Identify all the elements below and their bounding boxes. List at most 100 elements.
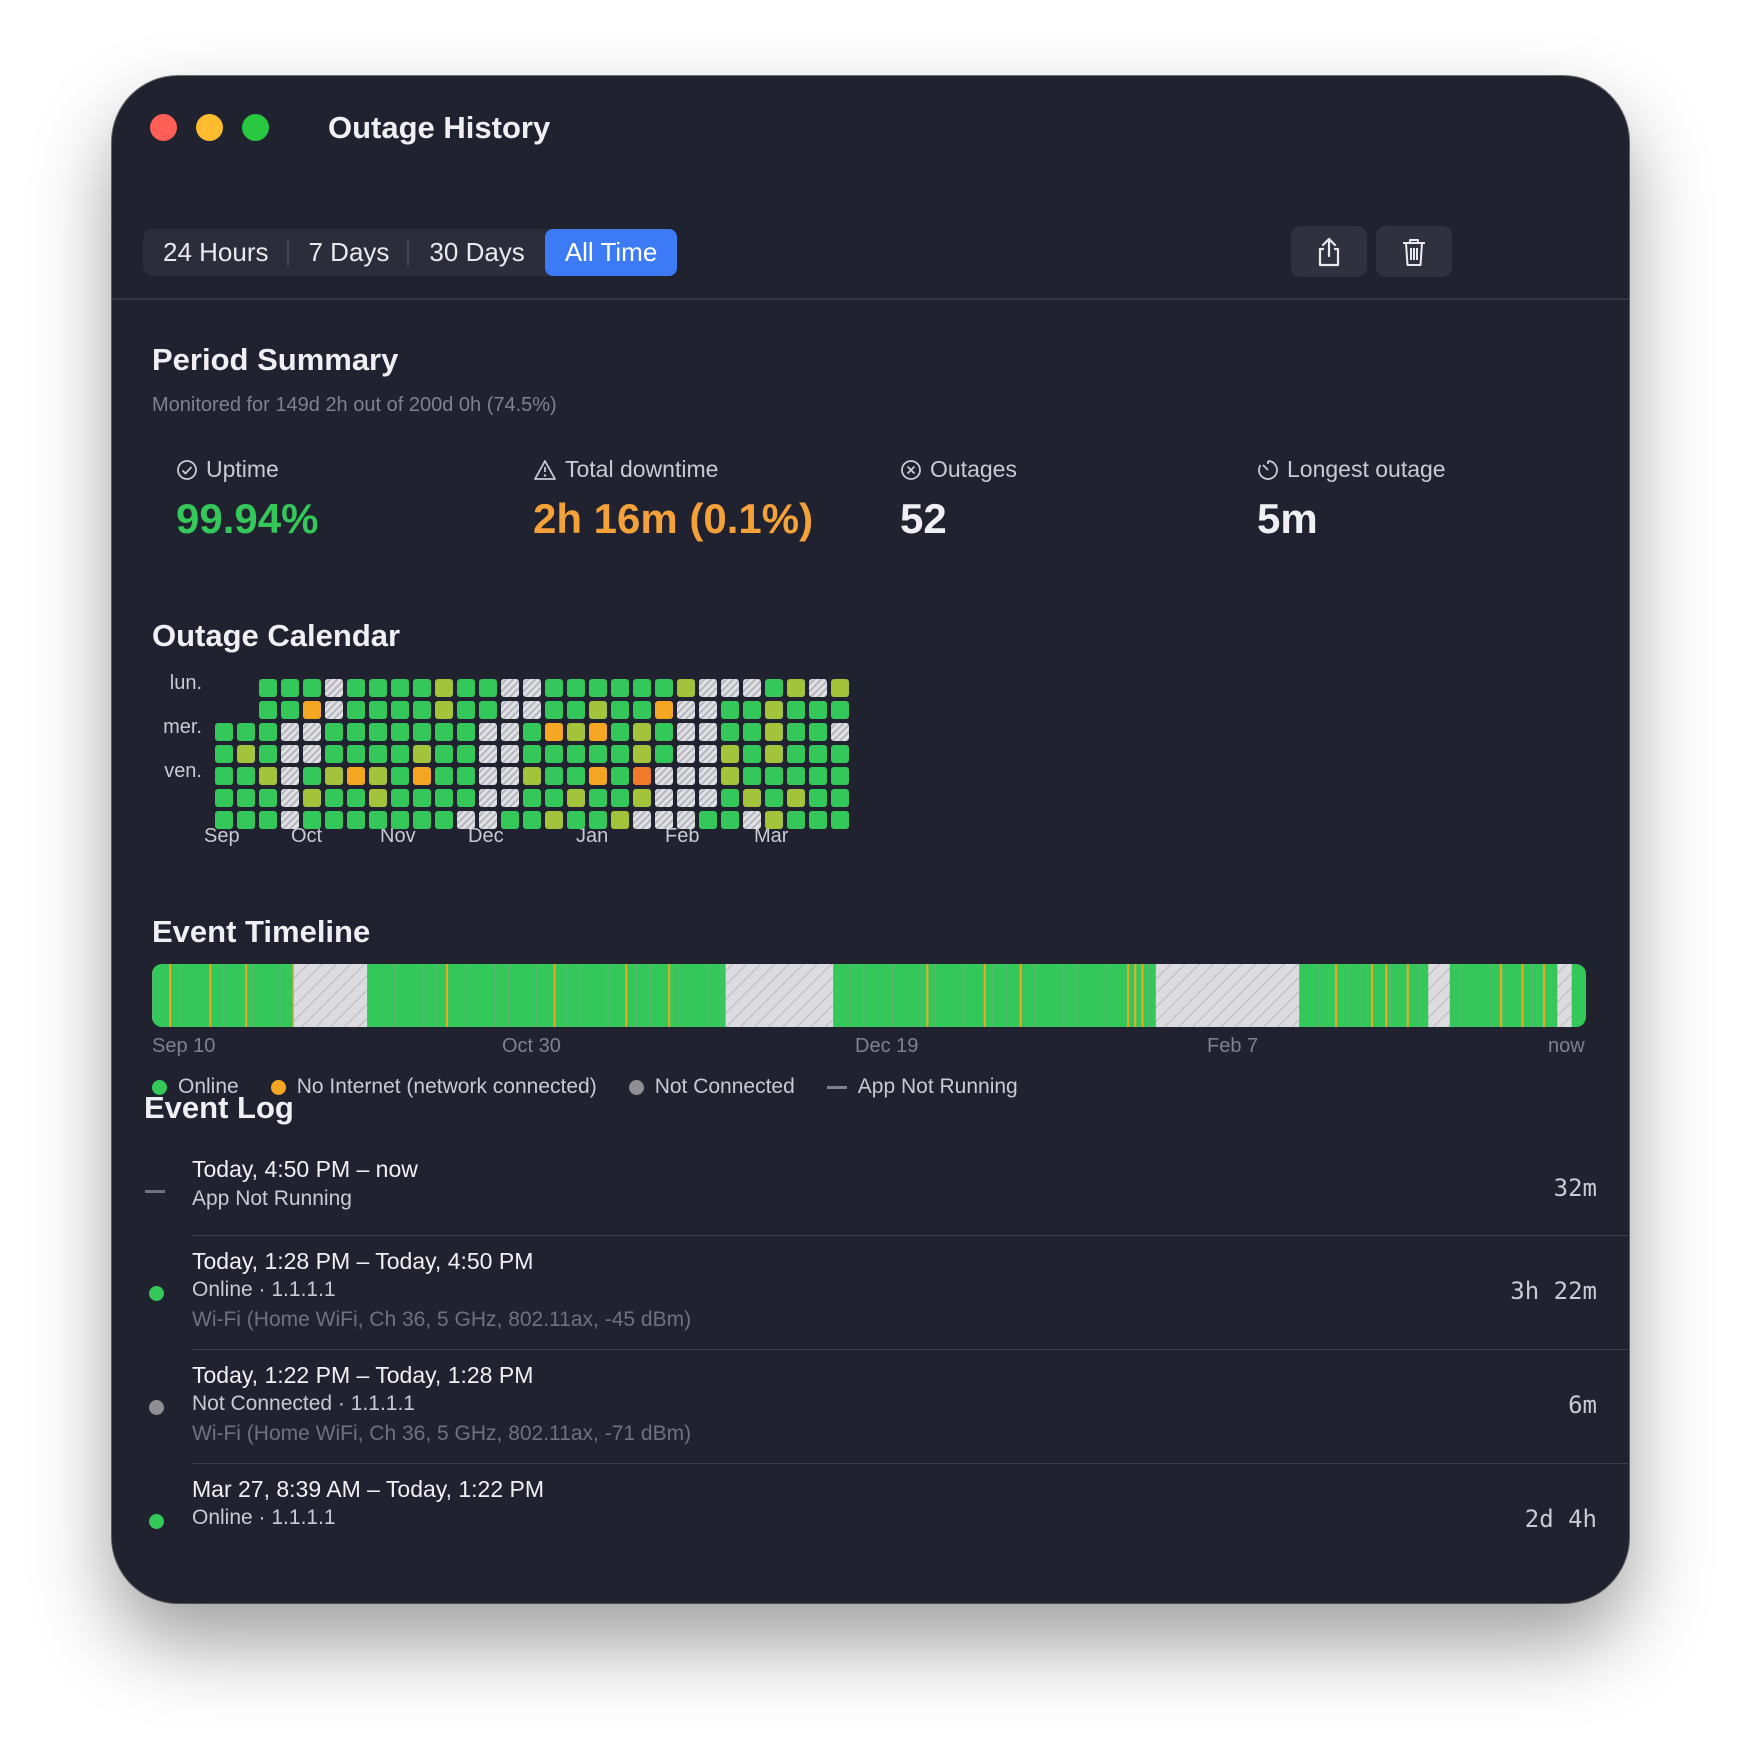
calendar-day-cell[interactable] [787,767,805,785]
calendar-day-cell[interactable] [765,745,783,763]
calendar-day-cell[interactable] [303,767,321,785]
calendar-day-cell[interactable] [545,745,563,763]
calendar-day-cell[interactable] [765,701,783,719]
calendar-day-cell[interactable] [589,767,607,785]
calendar-day-cell[interactable] [589,679,607,697]
calendar-day-cell[interactable] [523,767,541,785]
calendar-day-cell[interactable] [677,723,695,741]
calendar-day-cell[interactable] [347,811,365,829]
calendar-day-cell[interactable] [457,679,475,697]
calendar-day-cell[interactable] [523,789,541,807]
calendar-day-cell[interactable] [721,789,739,807]
calendar-day-cell[interactable] [237,767,255,785]
calendar-day-cell[interactable] [281,767,299,785]
calendar-day-cell[interactable] [391,745,409,763]
calendar-day-cell[interactable] [655,745,673,763]
calendar-day-cell[interactable] [325,745,343,763]
calendar-day-cell[interactable] [281,811,299,829]
calendar-day-cell[interactable] [413,723,431,741]
calendar-day-cell[interactable] [721,723,739,741]
calendar-day-cell[interactable] [303,701,321,719]
calendar-day-cell[interactable] [765,767,783,785]
calendar-day-cell[interactable] [501,745,519,763]
calendar-day-cell[interactable] [259,701,277,719]
calendar-day-cell[interactable] [325,811,343,829]
calendar-day-cell[interactable] [259,679,277,697]
calendar-day-cell[interactable] [721,745,739,763]
calendar-day-cell[interactable] [281,745,299,763]
calendar-day-cell[interactable] [501,679,519,697]
calendar-day-cell[interactable] [567,767,585,785]
calendar-day-cell[interactable] [501,811,519,829]
calendar-day-cell[interactable] [567,789,585,807]
clear-history-button[interactable] [1376,226,1452,277]
calendar-day-cell[interactable] [347,679,365,697]
calendar-day-cell[interactable] [347,789,365,807]
calendar-day-cell[interactable] [743,701,761,719]
calendar-day-cell[interactable] [699,701,717,719]
calendar-day-cell[interactable] [611,723,629,741]
calendar-day-cell[interactable] [633,745,651,763]
calendar-day-cell[interactable] [457,789,475,807]
calendar-day-cell[interactable] [545,811,563,829]
calendar-day-cell[interactable] [281,679,299,697]
calendar-day-cell[interactable] [457,701,475,719]
calendar-day-cell[interactable] [743,745,761,763]
calendar-day-cell[interactable] [589,745,607,763]
calendar-day-cell[interactable] [831,745,849,763]
calendar-day-cell[interactable] [721,679,739,697]
calendar-day-cell[interactable] [281,723,299,741]
calendar-day-cell[interactable] [457,723,475,741]
calendar-day-cell[interactable] [589,811,607,829]
calendar-day-cell[interactable] [809,679,827,697]
calendar-day-cell[interactable] [325,701,343,719]
calendar-day-cell[interactable] [809,767,827,785]
calendar-day-cell[interactable] [479,811,497,829]
calendar-day-cell[interactable] [655,811,673,829]
calendar-day-cell[interactable] [369,723,387,741]
calendar-day-cell[interactable] [699,767,717,785]
calendar-day-cell[interactable] [633,811,651,829]
calendar-day-cell[interactable] [413,789,431,807]
zoom-window-button[interactable] [242,114,269,141]
calendar-day-cell[interactable] [809,745,827,763]
calendar-day-cell[interactable] [391,723,409,741]
calendar-day-cell[interactable] [237,789,255,807]
tab-24-hours[interactable]: 24 Hours [143,229,289,276]
calendar-day-cell[interactable] [611,811,629,829]
calendar-day-cell[interactable] [809,789,827,807]
calendar-day-cell[interactable] [655,789,673,807]
calendar-day-cell[interactable] [721,767,739,785]
log-row[interactable]: Today, 4:50 PM – now App Not Running 32m [112,1144,1629,1236]
calendar-day-cell[interactable] [281,701,299,719]
calendar-day-cell[interactable] [699,789,717,807]
calendar-day-cell[interactable] [677,679,695,697]
calendar-day-cell[interactable] [457,811,475,829]
calendar-day-cell[interactable] [391,679,409,697]
calendar-day-cell[interactable] [523,723,541,741]
log-row[interactable]: Today, 1:22 PM – Today, 1:28 PM Not Conn… [112,1350,1629,1464]
calendar-day-cell[interactable] [677,767,695,785]
calendar-day-cell[interactable] [479,767,497,785]
calendar-day-cell[interactable] [545,679,563,697]
calendar-day-cell[interactable] [633,701,651,719]
calendar-day-cell[interactable] [413,679,431,697]
calendar-day-cell[interactable] [677,811,695,829]
calendar-day-cell[interactable] [369,745,387,763]
calendar-day-cell[interactable] [501,789,519,807]
calendar-day-cell[interactable] [655,767,673,785]
calendar-day-cell[interactable] [435,789,453,807]
calendar-day-cell[interactable] [479,789,497,807]
calendar-day-cell[interactable] [215,745,233,763]
calendar-day-cell[interactable] [831,701,849,719]
calendar-day-cell[interactable] [523,745,541,763]
calendar-day-cell[interactable] [633,789,651,807]
close-window-button[interactable] [150,114,177,141]
calendar-day-cell[interactable] [743,679,761,697]
calendar-day-cell[interactable] [699,679,717,697]
calendar-day-cell[interactable] [633,723,651,741]
calendar-day-cell[interactable] [479,745,497,763]
calendar-day-cell[interactable] [391,701,409,719]
calendar-day-cell[interactable] [743,789,761,807]
calendar-day-cell[interactable] [545,767,563,785]
